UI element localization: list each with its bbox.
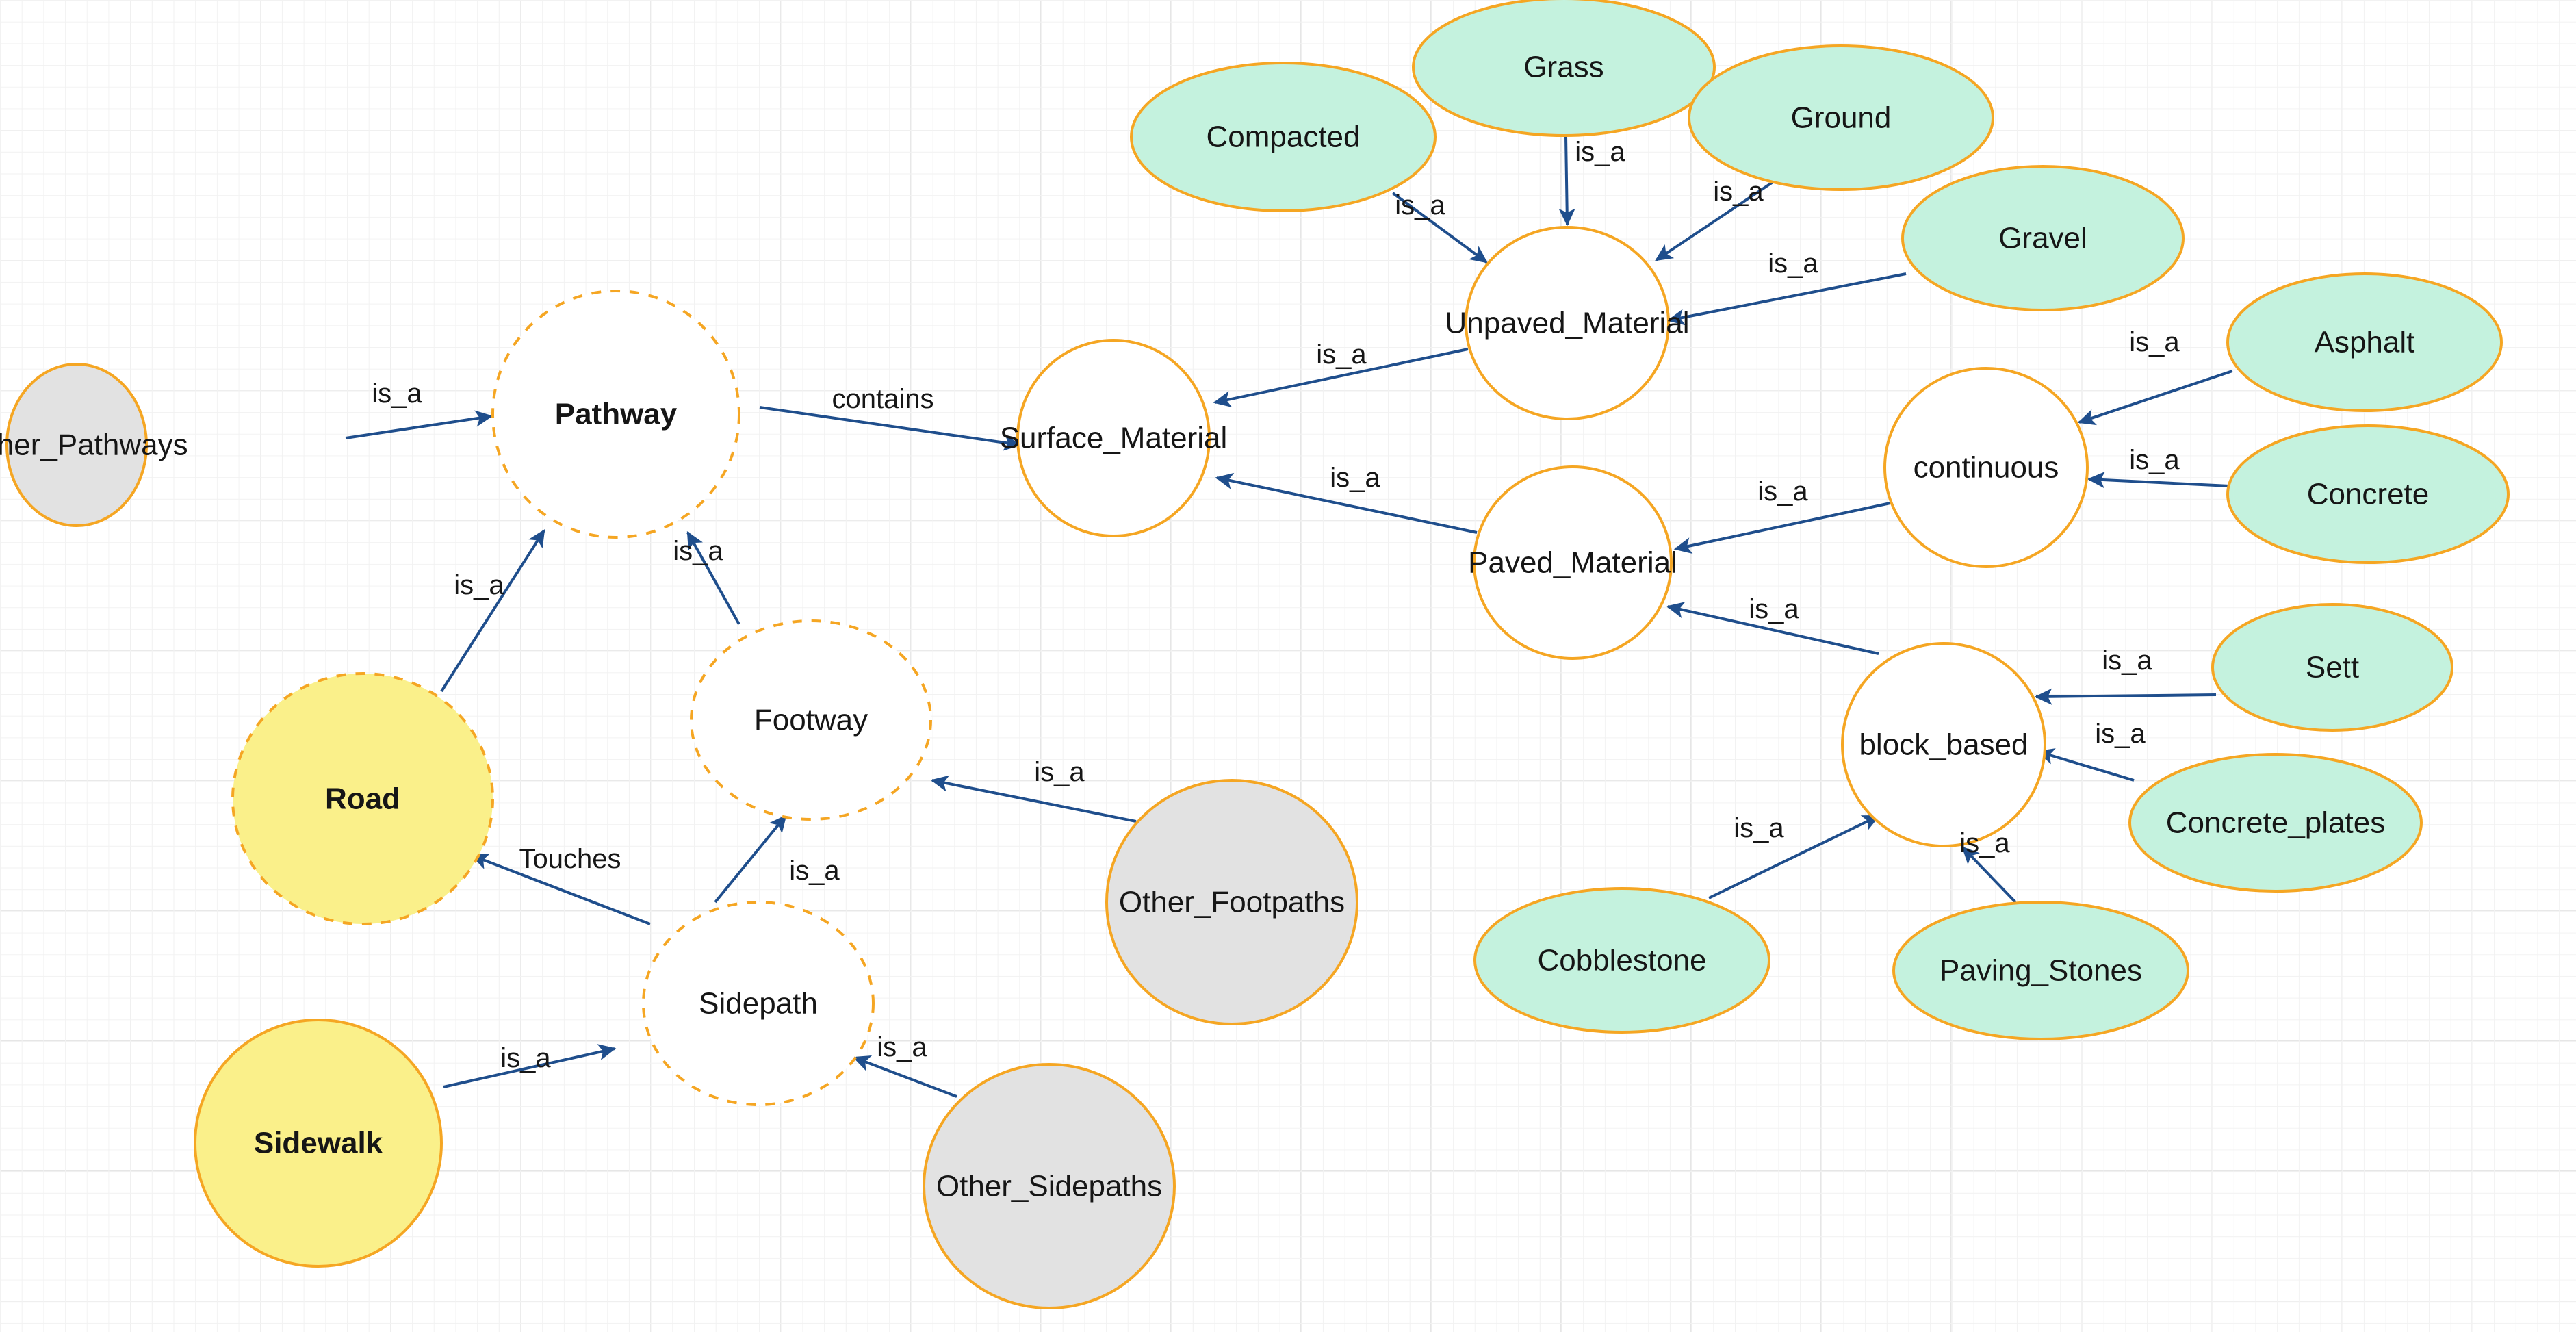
- edge-label-e4: contains: [832, 384, 934, 414]
- edge-label-e3: is_a: [673, 536, 723, 566]
- node-label-other_pathways: Other_Pathways: [0, 428, 188, 462]
- node-label-block_based: block_based: [1859, 728, 2028, 762]
- node-label-unpaved_material: Unpaved_Material: [1445, 307, 1689, 340]
- node-label-pathway: Pathway: [555, 398, 678, 431]
- edge-label-e14: is_a: [1713, 177, 1764, 207]
- node-paved_material[interactable]: Paved_Material: [1468, 465, 1677, 660]
- edge-label-e19: is_a: [1749, 594, 1799, 624]
- edge-grass-to-unpaved_material[interactable]: [1558, 135, 1575, 227]
- edge-label-e23: is_a: [1959, 828, 2010, 858]
- edge-other_pathways-to-pathway[interactable]: [345, 410, 493, 439]
- node-surface_material[interactable]: Surface_Material: [1000, 339, 1228, 537]
- ontology-canvas: Other_Pathways Pathway Road Sidewalk Footway…: [0, 0, 2576, 1332]
- node-label-other_footpaths: Other_Footpaths: [1119, 886, 1345, 919]
- edge-label-e9: is_a: [1034, 757, 1085, 787]
- node-grass[interactable]: Grass: [1412, 0, 1716, 137]
- edge-label-e8: is_a: [877, 1032, 927, 1062]
- node-unpaved_material[interactable]: Unpaved_Material: [1445, 226, 1690, 420]
- node-gravel[interactable]: Gravel: [1901, 165, 2185, 311]
- ontology-graph-svg: Other_Pathways Pathway Road Sidewalk Footway…: [0, 0, 2510, 1309]
- node-label-continuous: continuous: [1914, 451, 2059, 485]
- edge-label-e15: is_a: [1768, 248, 1818, 279]
- edge-sidepath-to-footway[interactable]: [714, 815, 787, 904]
- node-label-sidewalk: Sidewalk: [254, 1127, 383, 1160]
- node-cobblestone[interactable]: Cobblestone: [1473, 887, 1770, 1034]
- node-label-ground: Ground: [1791, 101, 1892, 135]
- node-pathway[interactable]: Pathway: [491, 290, 740, 539]
- edge-other_sidepaths-to-sidepath[interactable]: [852, 1055, 957, 1098]
- edge-gravel-to-unpaved_material[interactable]: [1666, 272, 1907, 326]
- node-label-concrete_plates: Concrete_plates: [2166, 806, 2385, 840]
- node-label-other_sidepaths: Other_Sidepaths: [936, 1170, 1162, 1203]
- edge-asphalt-to-continuous[interactable]: [2077, 370, 2233, 426]
- edge-road-to-pathway[interactable]: [440, 529, 545, 693]
- node-paving_stones[interactable]: Paving_Stones: [1892, 901, 2189, 1040]
- node-other_pathways[interactable]: Other_Pathways: [0, 363, 188, 527]
- node-block_based[interactable]: block_based: [1841, 642, 2046, 847]
- node-road[interactable]: Road: [231, 672, 494, 925]
- edge-label-e6: Touches: [519, 844, 621, 874]
- edge-label-e18: is_a: [1757, 476, 1808, 507]
- node-label-gravel: Gravel: [1998, 222, 2087, 255]
- edge-label-e21: is_a: [2095, 719, 2146, 749]
- edge-label-e1: is_a: [372, 379, 422, 409]
- node-label-paving_stones: Paving_Stones: [1940, 954, 2142, 988]
- edge-label-e2: is_a: [454, 570, 504, 600]
- node-asphalt[interactable]: Asphalt: [2226, 272, 2503, 412]
- edge-label-e12: is_a: [1395, 190, 1445, 220]
- node-footway[interactable]: Footway: [690, 619, 932, 821]
- node-label-surface_material: Surface_Material: [1000, 422, 1228, 455]
- edge-label-e22: is_a: [1734, 813, 1784, 843]
- node-concrete_plates[interactable]: Concrete_plates: [2128, 753, 2423, 893]
- node-compacted[interactable]: Compacted: [1130, 62, 1437, 212]
- node-label-road: Road: [325, 782, 400, 816]
- node-ground[interactable]: Ground: [1688, 44, 1994, 191]
- edge-continuous-to-paved_material[interactable]: [1673, 502, 1891, 554]
- node-concrete[interactable]: Concrete: [2226, 424, 2510, 564]
- node-label-compacted: Compacted: [1206, 120, 1360, 154]
- edge-label-e5: is_a: [789, 856, 840, 886]
- edge-label-e7: is_a: [500, 1043, 551, 1073]
- edge-label-e11: is_a: [1330, 463, 1380, 493]
- node-label-sett: Sett: [2306, 651, 2359, 684]
- edge-sett-to-block_based[interactable]: [2034, 688, 2217, 705]
- node-label-footway: Footway: [754, 704, 868, 737]
- node-sidewalk[interactable]: Sidewalk: [194, 1019, 443, 1268]
- edge-label-e17: is_a: [2129, 445, 2180, 475]
- node-sett[interactable]: Sett: [2211, 603, 2453, 732]
- edge-label-e16: is_a: [2129, 327, 2180, 357]
- node-label-cobblestone: Cobblestone: [1537, 944, 1706, 977]
- node-other_footpaths[interactable]: Other_Footpaths: [1105, 779, 1358, 1025]
- edge-label-e20: is_a: [2102, 645, 2152, 676]
- node-label-sidepath: Sidepath: [699, 987, 818, 1021]
- edge-label-e10: is_a: [1316, 340, 1367, 370]
- node-sidepath[interactable]: Sidepath: [642, 901, 875, 1106]
- node-label-grass: Grass: [1523, 51, 1603, 84]
- node-label-asphalt: Asphalt: [2315, 326, 2415, 359]
- node-continuous[interactable]: continuous: [1883, 367, 2089, 568]
- node-label-paved_material: Paved_Material: [1468, 546, 1677, 580]
- edge-concrete_plates-to-block_based[interactable]: [2036, 748, 2135, 782]
- node-other_sidepaths[interactable]: Other_Sidepaths: [923, 1063, 1176, 1309]
- edge-label-e13: is_a: [1575, 137, 1625, 167]
- node-label-concrete: Concrete: [2307, 478, 2430, 511]
- edge-concrete-to-continuous[interactable]: [2087, 472, 2230, 489]
